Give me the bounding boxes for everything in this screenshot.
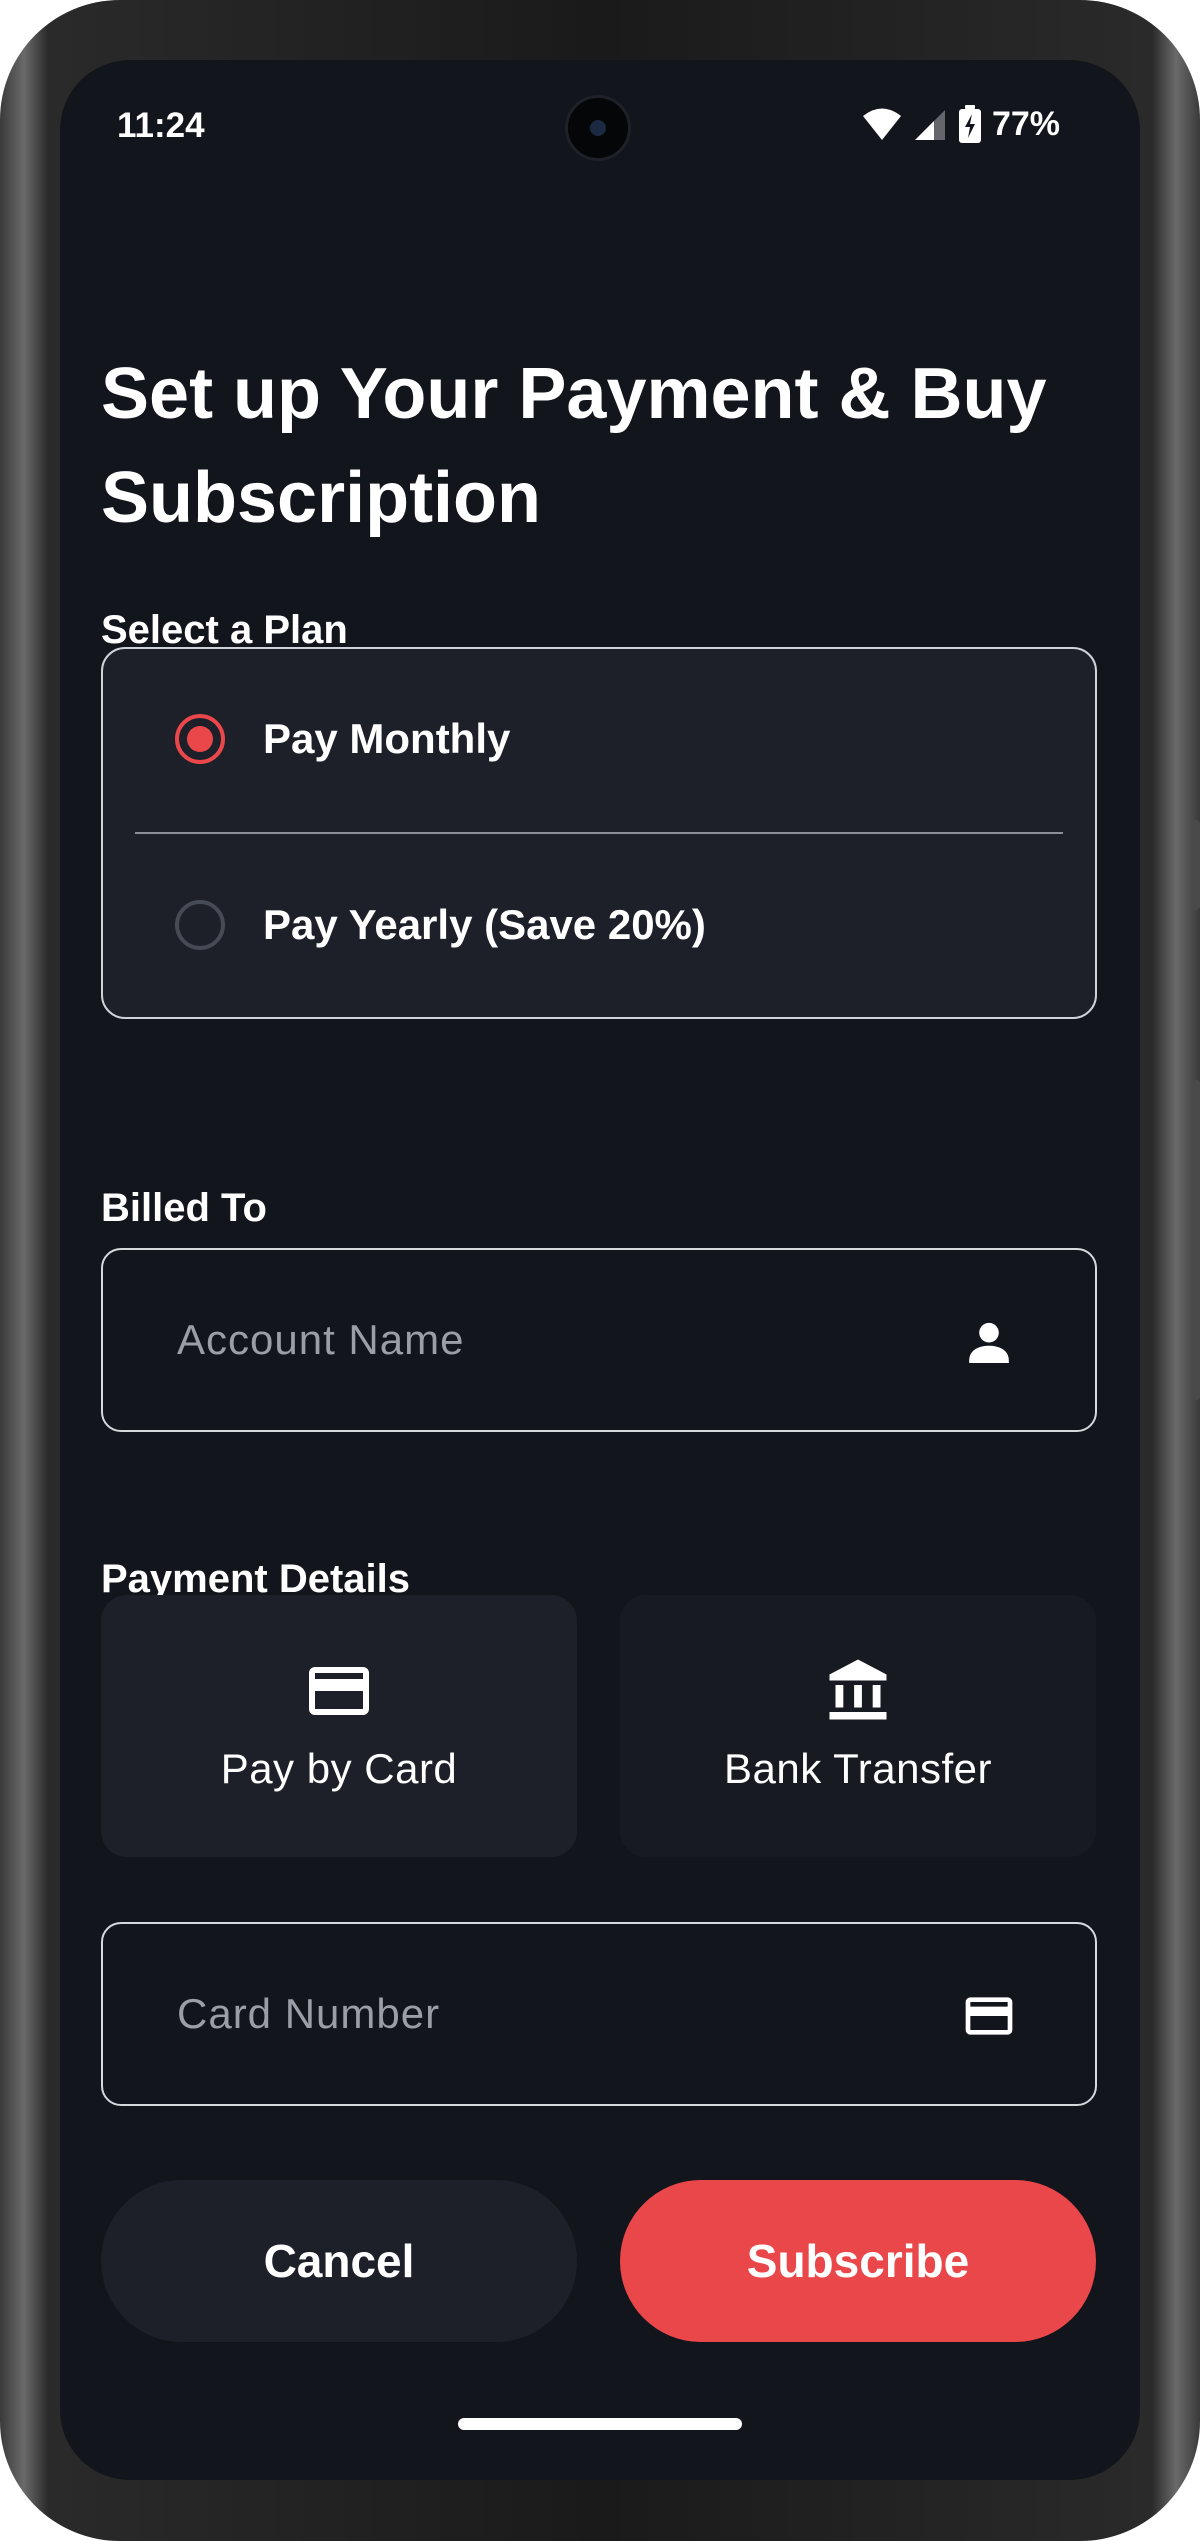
radio-selected[interactable] — [175, 714, 225, 764]
battery-charging-icon — [958, 105, 981, 143]
account-name-field[interactable] — [101, 1248, 1097, 1432]
phone-frame: 11:24 77% Set up Your Payment & Buy Subs… — [0, 0, 1200, 2541]
card-number-input[interactable] — [177, 1924, 937, 2104]
status-icons: 77% — [862, 104, 1060, 144]
app-screen: 11:24 77% Set up Your Payment & Buy Subs… — [60, 60, 1140, 2480]
bank-transfer-option[interactable]: Bank Transfer — [620, 1595, 1096, 1857]
wifi-icon — [862, 108, 901, 140]
plan-option-label: Pay Yearly (Save 20%) — [263, 901, 706, 948]
pay-by-card-option[interactable]: Pay by Card — [101, 1595, 577, 1857]
divider — [135, 832, 1063, 834]
plan-option-yearly[interactable]: Pay Yearly (Save 20%) — [103, 835, 1095, 1015]
plan-option-label: Pay Monthly — [263, 715, 511, 762]
plan-option-monthly[interactable]: Pay Monthly — [103, 649, 1095, 829]
volume-button — [1191, 1080, 1200, 1400]
card-number-field[interactable] — [101, 1922, 1097, 2106]
plan-options-card: Pay Monthly Pay Yearly (Save 20%) — [101, 647, 1097, 1019]
bank-icon — [829, 1659, 887, 1720]
page-title: Set up Your Payment & Buy Subscription — [101, 354, 1047, 538]
home-indicator[interactable] — [458, 2418, 742, 2430]
account-name-input[interactable] — [177, 1250, 937, 1430]
pay-by-card-label: Pay by Card — [220, 1745, 458, 1792]
battery-percent: 77% — [991, 104, 1060, 143]
signal-icon — [914, 110, 945, 140]
power-button — [1191, 820, 1200, 910]
person-icon — [969, 1322, 1009, 1363]
front-camera — [565, 95, 631, 161]
subscribe-button[interactable]: Subscribe — [620, 2180, 1096, 2342]
radio-unselected[interactable] — [175, 900, 225, 950]
credit-card-icon — [309, 1667, 369, 1715]
credit-card-icon — [965, 1997, 1013, 2035]
status-bar: 11:24 77% — [60, 60, 1140, 190]
billed-to-label: Billed To — [101, 1186, 267, 1230]
bank-transfer-label: Bank Transfer — [724, 1745, 992, 1792]
cancel-button[interactable]: Cancel — [101, 2180, 577, 2342]
status-time: 11:24 — [117, 106, 205, 145]
